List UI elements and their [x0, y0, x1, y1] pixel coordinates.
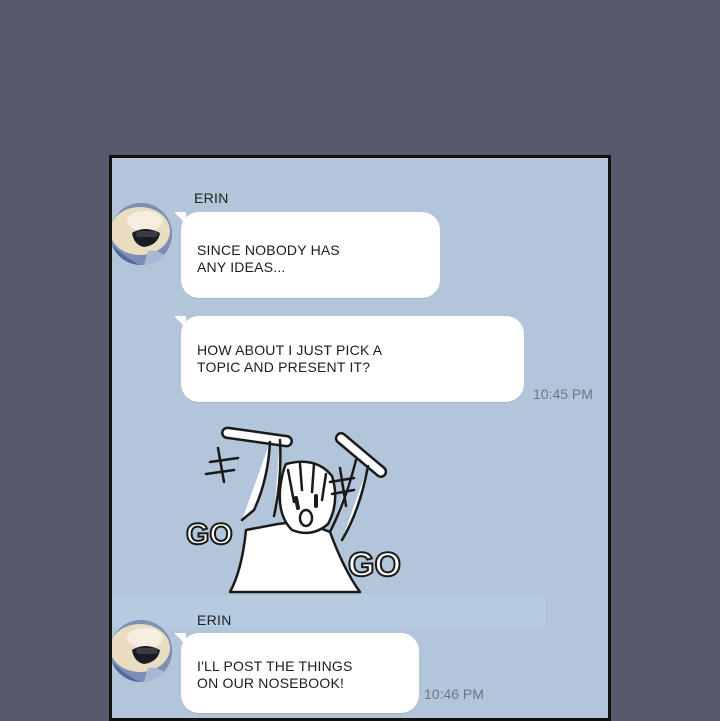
sticker-text-right: GO [348, 546, 401, 584]
sender-name: ERIN [197, 612, 232, 628]
sender-name: ERIN [194, 190, 229, 206]
cheering-girl-sticker-icon: GO GO [185, 426, 402, 594]
avatar[interactable] [112, 203, 172, 265]
message-text: I'LL POST THE THINGS ON OUR NOSEBOOK! [197, 658, 353, 691]
chat-panel: ERIN SINCE NOBODY HAS ANY IDEAS... HOW A… [109, 155, 611, 721]
selection-highlight [112, 595, 546, 627]
message-bubble[interactable]: SINCE NOBODY HAS ANY IDEAS... [174, 212, 440, 298]
sticker[interactable]: GO GO [182, 420, 412, 598]
message-timestamp: 10:45 PM [533, 386, 593, 402]
message-text: SINCE NOBODY HAS ANY IDEAS... [197, 242, 340, 275]
message-bubble[interactable]: I'LL POST THE THINGS ON OUR NOSEBOOK! [174, 633, 419, 713]
message-bubble[interactable]: HOW ABOUT I JUST PICK A TOPIC AND PRESEN… [174, 316, 524, 402]
avatar[interactable] [112, 620, 172, 682]
sticker-text-left: GO [186, 518, 233, 551]
avatar-image-icon [112, 203, 172, 265]
message-text: HOW ABOUT I JUST PICK A TOPIC AND PRESEN… [197, 342, 383, 375]
avatar-image-icon [112, 620, 172, 682]
